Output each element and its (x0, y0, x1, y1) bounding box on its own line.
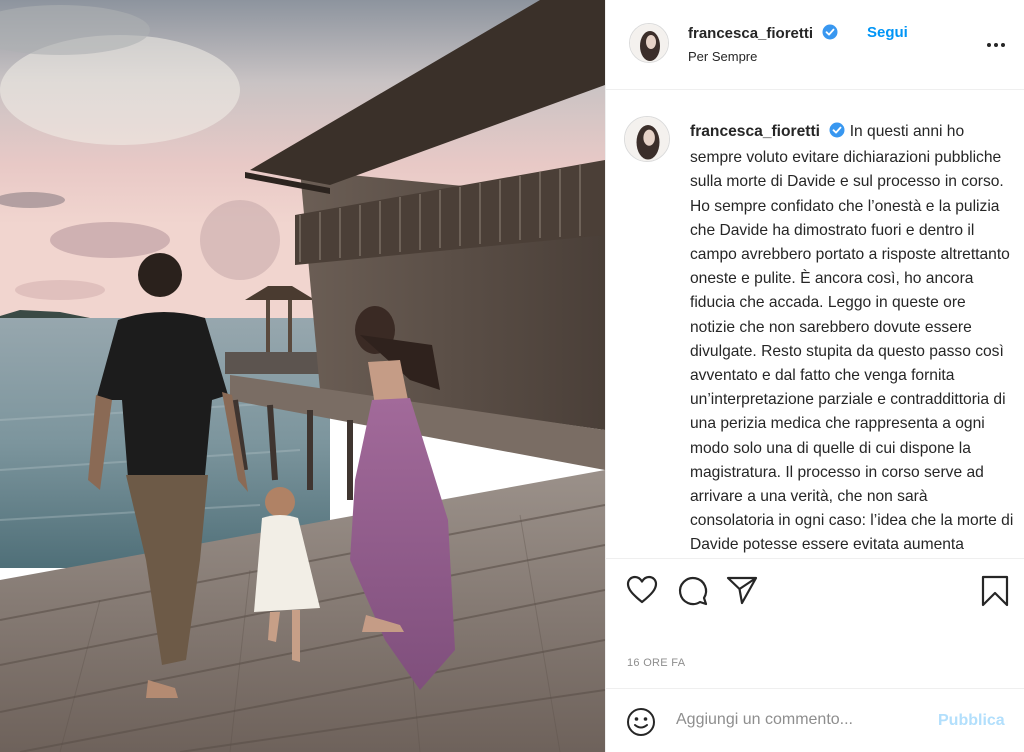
paper-plane-icon[interactable] (726, 575, 758, 610)
publish-button[interactable]: Pubblica (938, 712, 1005, 730)
beach-family-photo (0, 0, 605, 752)
comment-bubble-icon[interactable] (677, 575, 709, 612)
username-text: francesca_fioretti (688, 25, 814, 42)
username-link[interactable]: francesca_fioretti (688, 24, 838, 44)
caption-area[interactable]: francesca_fioretti In questi anni ho sem… (606, 90, 1024, 558)
caption-avatar[interactable] (624, 116, 670, 162)
caption-text: In questi anni ho sempre voluto evitare … (690, 123, 1014, 554)
heart-icon[interactable] (626, 575, 658, 610)
post-photo (0, 0, 605, 752)
post-timestamp[interactable]: 16 ORE FA (627, 657, 685, 669)
comment-bar: Pubblica (606, 688, 1024, 752)
verified-badge-icon (829, 122, 845, 146)
verified-badge-icon (822, 24, 838, 44)
post-side-panel: francesca_fioretti Segui Per Sempre fran… (605, 0, 1024, 752)
follow-button[interactable]: Segui (867, 24, 908, 41)
caption: francesca_fioretti In questi anni ho sem… (690, 120, 1015, 558)
emoji-icon[interactable] (626, 707, 656, 742)
post-header: francesca_fioretti Segui Per Sempre (606, 0, 1024, 90)
avatar-image (630, 24, 668, 62)
caption-username[interactable]: francesca_fioretti (690, 123, 820, 140)
comment-input[interactable] (676, 705, 916, 735)
location-link[interactable]: Per Sempre (688, 49, 757, 64)
bookmark-icon[interactable] (980, 575, 1010, 612)
more-options-icon[interactable] (986, 35, 1006, 53)
avatar[interactable] (629, 23, 669, 63)
post-actions (606, 558, 1024, 618)
avatar-image (625, 117, 669, 161)
